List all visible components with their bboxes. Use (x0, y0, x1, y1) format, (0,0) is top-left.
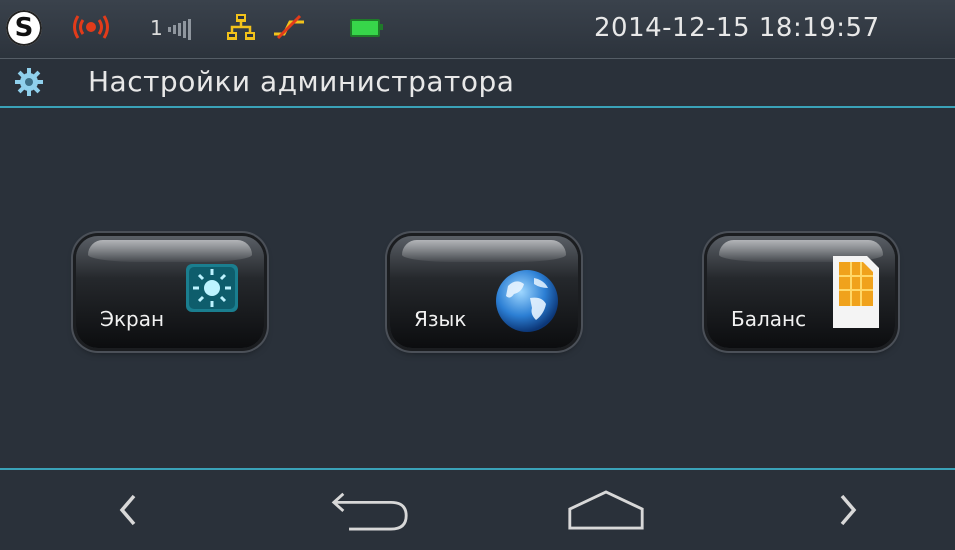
alarm-icon (70, 10, 112, 44)
sim-card-icon (833, 256, 879, 332)
header-bar: Настройки администратора (0, 59, 955, 108)
balance-button[interactable]: Баланс (707, 236, 895, 348)
language-settings-button[interactable]: Язык (390, 236, 578, 348)
tile-label: Язык (414, 307, 467, 331)
battery-icon (350, 19, 383, 37)
prev-arrow-icon[interactable] (88, 478, 168, 542)
signal-icon (168, 12, 193, 46)
clock-datetime: 2014-12-15 18:19:57 (594, 13, 880, 43)
back-icon[interactable] (330, 478, 410, 542)
tile-label: Баланс (731, 307, 807, 331)
no-link-icon (272, 10, 306, 44)
sim-slot-number: 1 (150, 16, 163, 40)
home-icon[interactable] (566, 478, 646, 542)
globe-icon (494, 268, 560, 338)
tile-label: Экран (100, 307, 165, 331)
app-logo-icon: S (6, 10, 42, 46)
brightness-icon (186, 264, 238, 316)
status-bar: S 1 2014-12-15 18:19:57 (0, 0, 955, 59)
screen-settings-button[interactable]: Экран (76, 236, 264, 348)
gear-icon (14, 67, 44, 97)
page-title: Настройки администратора (88, 65, 515, 98)
next-arrow-icon[interactable] (808, 478, 888, 542)
navigation-bar (0, 468, 955, 550)
network-icon (226, 10, 256, 44)
